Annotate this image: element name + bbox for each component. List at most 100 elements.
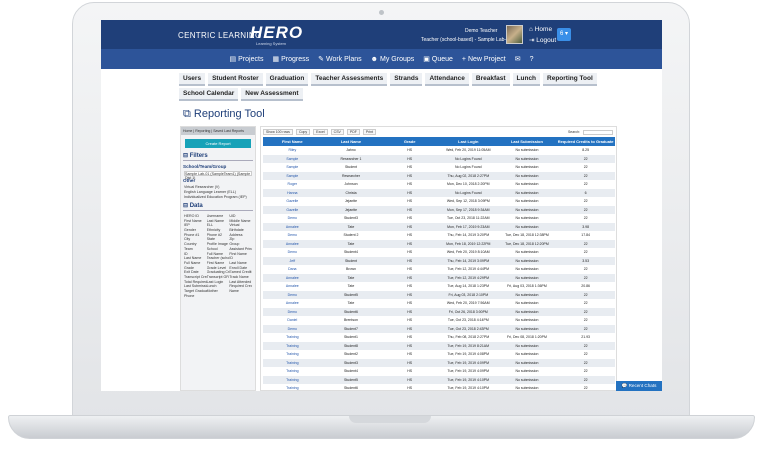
data-field-checkbox[interactable]: Earned Credit [229, 270, 252, 274]
data-heading[interactable]: ⊟ Data [183, 202, 253, 211]
nav-my-groups[interactable]: ☻ My Groups [371, 56, 415, 63]
other-checkbox[interactable]: Individualized Education Program (IEP) [184, 195, 252, 199]
table-cell[interactable]: Daniel [263, 316, 322, 325]
table-cell[interactable]: Dana [263, 265, 322, 274]
table-cell[interactable]: Demo [263, 324, 322, 334]
table-cell[interactable]: Gazelle [263, 197, 322, 206]
table-cell[interactable]: Training [263, 350, 322, 359]
data-field-checkbox[interactable]: Assistant Principal [229, 247, 252, 251]
mail-icon[interactable]: ✉ [515, 55, 521, 63]
data-field-checkbox[interactable]: Group [229, 242, 252, 246]
data-field-checkbox[interactable]: Required Credit to Graduate [229, 284, 252, 288]
table-cell[interactable]: Jeff [263, 256, 322, 266]
panel-tabs[interactable]: Home | Reporting | Saved Last Reports [181, 127, 255, 135]
data-field-checkbox[interactable]: Last Name [184, 256, 207, 260]
other-checkbox[interactable]: Virtual Researcher (V) [184, 185, 252, 189]
data-field-checkbox[interactable]: First Name [207, 261, 230, 265]
data-field-checkbox[interactable]: Last Name [207, 219, 230, 223]
data-field-checkbox[interactable]: City [184, 237, 207, 241]
other-checkbox[interactable]: English Language Learner (ELL) [184, 190, 252, 194]
data-field-checkbox[interactable]: Phone [184, 294, 207, 298]
help-icon[interactable]: ? [530, 56, 534, 63]
data-field-checkbox[interactable]: Exit Date [184, 270, 207, 274]
table-cell[interactable]: Riley [263, 146, 322, 155]
data-field-checkbox[interactable]: Graduating Credit [207, 270, 230, 274]
filters-heading[interactable]: ⊟ Filters [183, 152, 253, 161]
data-field-checkbox[interactable]: ELL [207, 223, 230, 227]
table-cell[interactable]: Demo [263, 290, 322, 300]
data-field-checkbox[interactable]: Ethnicity [207, 228, 230, 232]
data-field-checkbox[interactable]: Grade Level [207, 266, 230, 270]
user-role-select[interactable]: Teacher (school-based) - Sample Lab-01 ▾ [421, 37, 516, 43]
pdf-button[interactable]: PDF [346, 129, 360, 135]
avatar[interactable] [506, 25, 523, 44]
table-cell[interactable]: Annalee [263, 273, 322, 283]
tab-lunch[interactable]: Lunch [512, 73, 541, 86]
table-cell[interactable]: Annalee [263, 299, 322, 308]
data-field-checkbox[interactable]: ID [184, 252, 207, 256]
show-rows-button[interactable]: Show 100 rows [263, 129, 293, 135]
table-cell[interactable]: Training [263, 341, 322, 351]
table-cell[interactable]: Training [263, 358, 322, 368]
data-field-checkbox[interactable]: Virtual [229, 223, 252, 227]
table-cell[interactable]: Annalee [263, 282, 322, 291]
print-button[interactable]: Print [362, 129, 377, 135]
table-cell[interactable]: Demo [263, 231, 322, 240]
data-field-checkbox[interactable]: Middle Name [229, 219, 252, 223]
column-header[interactable]: Required Credits to Graduate [556, 137, 615, 146]
data-field-checkbox[interactable]: Last Submission [184, 284, 207, 288]
tab-breakfast[interactable]: Breakfast [471, 73, 510, 86]
table-cell[interactable]: Hanna [263, 188, 322, 198]
data-field-checkbox[interactable]: Phone #2 [207, 233, 230, 237]
data-field-checkbox[interactable]: HERO ID [184, 214, 207, 218]
data-field-checkbox[interactable]: Last Login [207, 280, 230, 284]
data-field-checkbox[interactable]: Country [184, 242, 207, 246]
csv-button[interactable]: CSV [330, 129, 344, 135]
column-header[interactable]: Last Login [438, 137, 498, 146]
data-field-checkbox[interactable]: Zip [229, 237, 252, 241]
tab-strands[interactable]: Strands [390, 73, 423, 86]
data-field-checkbox[interactable]: Team [184, 247, 207, 251]
table-cell[interactable]: Demo [263, 307, 322, 317]
data-field-checkbox[interactable]: Enroll Date [229, 266, 252, 270]
create-report-button[interactable]: Create Report [185, 139, 251, 148]
recent-chats-button[interactable]: 💬 Recent Chats [616, 381, 662, 391]
table-cell[interactable]: Training [263, 375, 322, 385]
data-field-checkbox[interactable]: Name [229, 289, 252, 293]
tab-school-calendar[interactable]: School Calendar [179, 88, 239, 101]
table-cell[interactable]: Training [263, 384, 322, 390]
data-field-checkbox[interactable]: Last Name [229, 261, 252, 265]
column-header[interactable]: Last Name [321, 137, 381, 146]
table-cell[interactable]: Annalee [263, 222, 322, 232]
tab-graduation[interactable]: Graduation [265, 73, 309, 86]
data-field-checkbox[interactable]: Mother [207, 289, 230, 293]
data-field-checkbox[interactable]: Teacher (school-based) or Mentor [207, 256, 230, 260]
data-field-checkbox[interactable]: State [207, 237, 230, 241]
excel-button[interactable]: Excel [313, 129, 328, 135]
data-field-checkbox[interactable]: Target Graduation Date [184, 289, 207, 293]
data-field-checkbox[interactable]: Lunch [207, 284, 230, 288]
nav-projects[interactable]: ▤ Projects [230, 55, 264, 64]
home-link[interactable]: ⌂ Home [529, 26, 552, 33]
data-field-checkbox[interactable]: Grade [184, 266, 207, 270]
tab-student-roster[interactable]: Student Roster [208, 73, 263, 86]
data-field-checkbox[interactable]: Total Required Credit [184, 280, 207, 284]
data-field-checkbox[interactable]: Transcript GPA [207, 275, 230, 279]
table-cell[interactable]: Roger [263, 180, 322, 189]
school-group-select[interactable]: Sample Lab-01 (SampleTeam1) (Sample Dist… [184, 171, 252, 180]
nav-new-project[interactable]: + New Project [462, 56, 506, 63]
table-cell[interactable]: Annalee [263, 239, 322, 249]
table-cell[interactable]: Training [263, 333, 322, 342]
data-field-checkbox[interactable]: Phone #1 [184, 233, 207, 237]
logout-link[interactable]: ⇥ Logout [529, 36, 556, 44]
nav-work-plans[interactable]: ✎ Work Plans [318, 55, 362, 64]
data-field-checkbox[interactable]: Full Name [184, 261, 207, 265]
copy-button[interactable]: Copy [295, 129, 311, 135]
nav-progress[interactable]: ▦ Progress [272, 55, 309, 64]
notification-badge[interactable]: 6 ▾ [557, 28, 571, 41]
data-field-checkbox[interactable]: ID [229, 256, 252, 260]
table-cell[interactable]: Training [263, 367, 322, 376]
data-field-checkbox[interactable]: Birthdate [229, 228, 252, 232]
data-field-checkbox[interactable]: Last Attended [229, 280, 252, 284]
tab-teacher-assessments[interactable]: Teacher Assessments [311, 73, 388, 86]
